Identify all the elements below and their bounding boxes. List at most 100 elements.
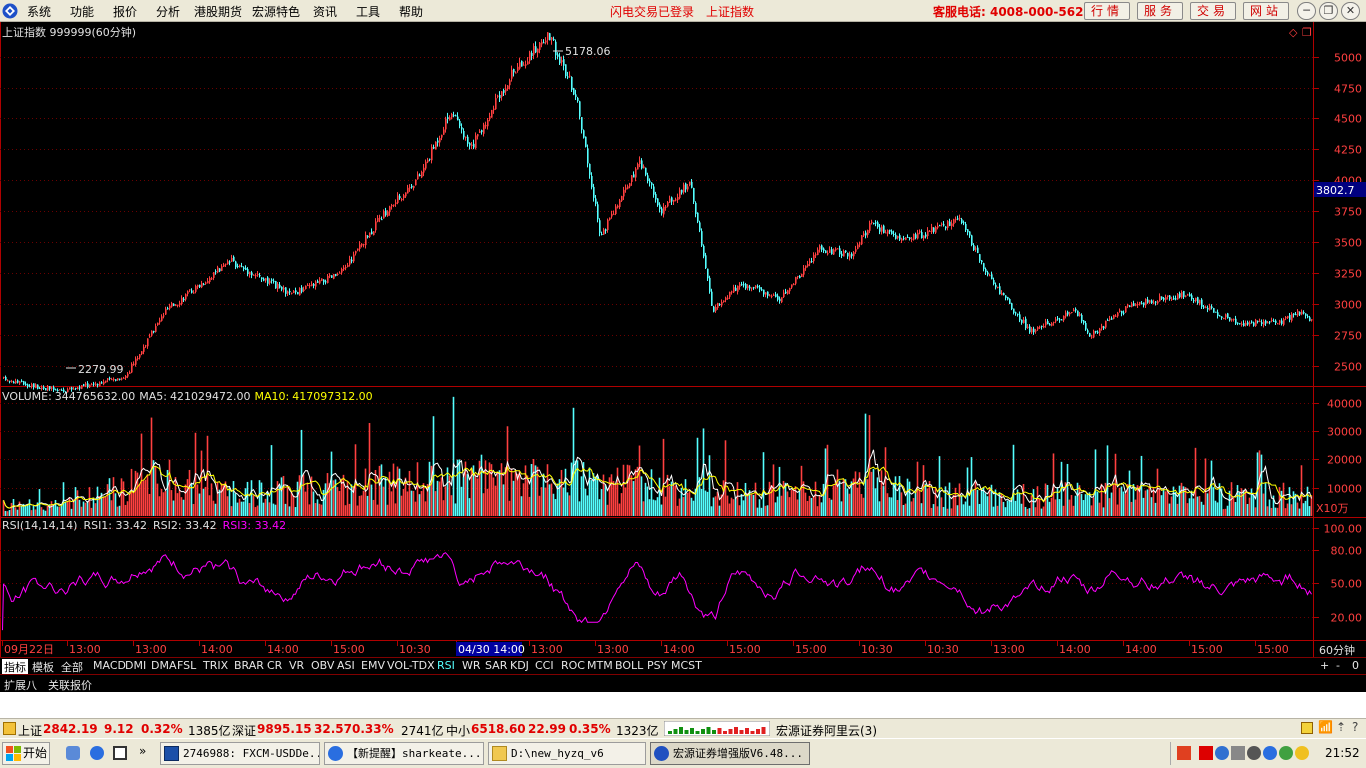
tab-related-quotes[interactable]: 关联报价: [46, 677, 94, 693]
window-icon[interactable]: ❐: [1302, 26, 1312, 39]
candle-body: [1213, 308, 1215, 313]
zoom-out-button[interactable]: -: [1334, 659, 1342, 672]
status-icon[interactable]: [3, 722, 16, 735]
candle-body: [1303, 312, 1305, 314]
candle-body: [953, 219, 955, 225]
candle-body: [805, 265, 807, 269]
chart-area[interactable]: 5000475045004250400037503500325030002750…: [0, 22, 1366, 657]
tab-mcst[interactable]: MCST: [669, 659, 704, 672]
tab-roc[interactable]: ROC: [559, 659, 587, 672]
tab-全部[interactable]: 全部: [59, 659, 85, 675]
menu-system[interactable]: 系统: [27, 3, 51, 20]
taskbar-item-folder[interactable]: D:\new_hyzq_v6: [488, 742, 646, 765]
menu-news[interactable]: 资讯: [313, 3, 337, 20]
tab-asi[interactable]: ASI: [335, 659, 357, 672]
close-icon[interactable]: ✕: [1341, 2, 1360, 20]
candle-body: [799, 275, 801, 279]
sh-index-value: 2842.19: [43, 722, 98, 736]
restore-icon[interactable]: ❐: [1319, 2, 1338, 20]
tab-trix[interactable]: TRIX: [201, 659, 230, 672]
menu-hongyuan[interactable]: 宏源特色: [252, 3, 300, 20]
tab-mtm[interactable]: MTM: [585, 659, 615, 672]
signal-icon[interactable]: 📶: [1318, 720, 1333, 734]
tab-指标[interactable]: 指标: [2, 659, 28, 675]
candle-body: [689, 181, 691, 186]
tab-dmi[interactable]: DMI: [123, 659, 148, 672]
tray-sync-icon[interactable]: [1279, 746, 1293, 760]
taskbar-item-fxcm[interactable]: 2746988: FXCM-USDDe...: [160, 742, 320, 765]
tab-kdj[interactable]: KDJ: [508, 659, 531, 672]
tab-extension8[interactable]: 扩展八: [2, 677, 39, 693]
candle-body: [1193, 300, 1195, 302]
trade-button[interactable]: 交易: [1190, 2, 1236, 20]
upload-icon[interactable]: ⇡: [1336, 720, 1346, 734]
candle-body: [347, 265, 349, 267]
show-desktop-icon[interactable]: [66, 746, 80, 760]
candle-body: [747, 285, 749, 289]
candle-body: [1247, 322, 1249, 325]
tab-psy[interactable]: PSY: [645, 659, 669, 672]
candle-body: [1083, 320, 1085, 323]
candle-body: [331, 275, 333, 278]
reset-zoom-button[interactable]: 0: [1350, 659, 1361, 672]
candle-body: [257, 274, 259, 276]
tray-network-icon[interactable]: [1231, 746, 1245, 760]
menu-function[interactable]: 功能: [70, 3, 94, 20]
window-switch-icon[interactable]: [113, 746, 127, 760]
candle-body: [131, 363, 133, 373]
candle-body: [569, 75, 571, 77]
candle-body: [851, 253, 853, 257]
candle-body: [603, 229, 605, 235]
note-icon[interactable]: [1301, 722, 1313, 734]
quote-button[interactable]: 行情: [1084, 2, 1130, 20]
tab-sar[interactable]: SAR: [483, 659, 509, 672]
minimize-icon[interactable]: ─: [1297, 2, 1316, 20]
price-tick-label: 3250: [1334, 268, 1362, 281]
tab-wr[interactable]: WR: [460, 659, 483, 672]
taskbar-item-browser[interactable]: 【新提醒】sharkeate...: [324, 742, 484, 765]
candle-body: [1029, 326, 1031, 333]
help-icon[interactable]: ?: [1352, 720, 1358, 734]
tab-boll[interactable]: BOLL: [613, 659, 645, 672]
candle-body: [269, 280, 271, 283]
tray-app-icon-2[interactable]: [1199, 746, 1213, 760]
tray-update-icon[interactable]: [1295, 746, 1309, 760]
tab-vr[interactable]: VR: [287, 659, 306, 672]
tab-vol-tdx[interactable]: VOL-TDX: [385, 659, 437, 672]
strength-bar: [728, 729, 733, 734]
website-button[interactable]: 网站: [1243, 2, 1289, 20]
tray-app-icon-1[interactable]: [1177, 746, 1191, 760]
time-label: 14:00: [663, 643, 695, 656]
tab-rsi[interactable]: RSI: [435, 659, 457, 672]
tab-cr[interactable]: CR: [265, 659, 284, 672]
tab-brar[interactable]: BRAR: [232, 659, 266, 672]
more-chevron-icon[interactable]: »: [139, 744, 146, 758]
menu-quotes[interactable]: 报价: [113, 3, 137, 20]
zoom-in-button[interactable]: +: [1318, 659, 1331, 672]
tab-obv[interactable]: OBV: [309, 659, 336, 672]
tray-volume-icon[interactable]: [1247, 746, 1261, 760]
tab-fsl[interactable]: FSL: [175, 659, 198, 672]
tab-emv[interactable]: EMV: [359, 659, 387, 672]
menu-tools[interactable]: 工具: [356, 3, 380, 20]
service-button[interactable]: 服务: [1137, 2, 1183, 20]
app-logo-icon[interactable]: [2, 3, 18, 19]
taskbar-item-hongyuan[interactable]: 宏源证券增强版V6.48...: [650, 742, 810, 765]
candle-body: [229, 261, 231, 263]
menu-help[interactable]: 帮助: [399, 3, 423, 20]
candle-body: [1053, 321, 1055, 323]
candle-body: [707, 268, 709, 279]
tab-cci[interactable]: CCI: [533, 659, 556, 672]
diamond-icon[interactable]: ◇: [1289, 26, 1298, 39]
start-button[interactable]: 开始: [2, 742, 50, 765]
candle-body: [715, 306, 717, 311]
tray-shield-icon[interactable]: [1215, 746, 1229, 760]
menu-hk-futures[interactable]: 港股期货: [194, 3, 242, 20]
tray-browser-icon[interactable]: [1263, 746, 1277, 760]
candle-body: [233, 256, 235, 261]
ie-icon[interactable]: [90, 746, 104, 760]
tab-模板[interactable]: 模板: [30, 659, 56, 675]
candle-body: [313, 283, 315, 286]
menu-analysis[interactable]: 分析: [156, 3, 180, 20]
candle-body: [527, 61, 529, 65]
